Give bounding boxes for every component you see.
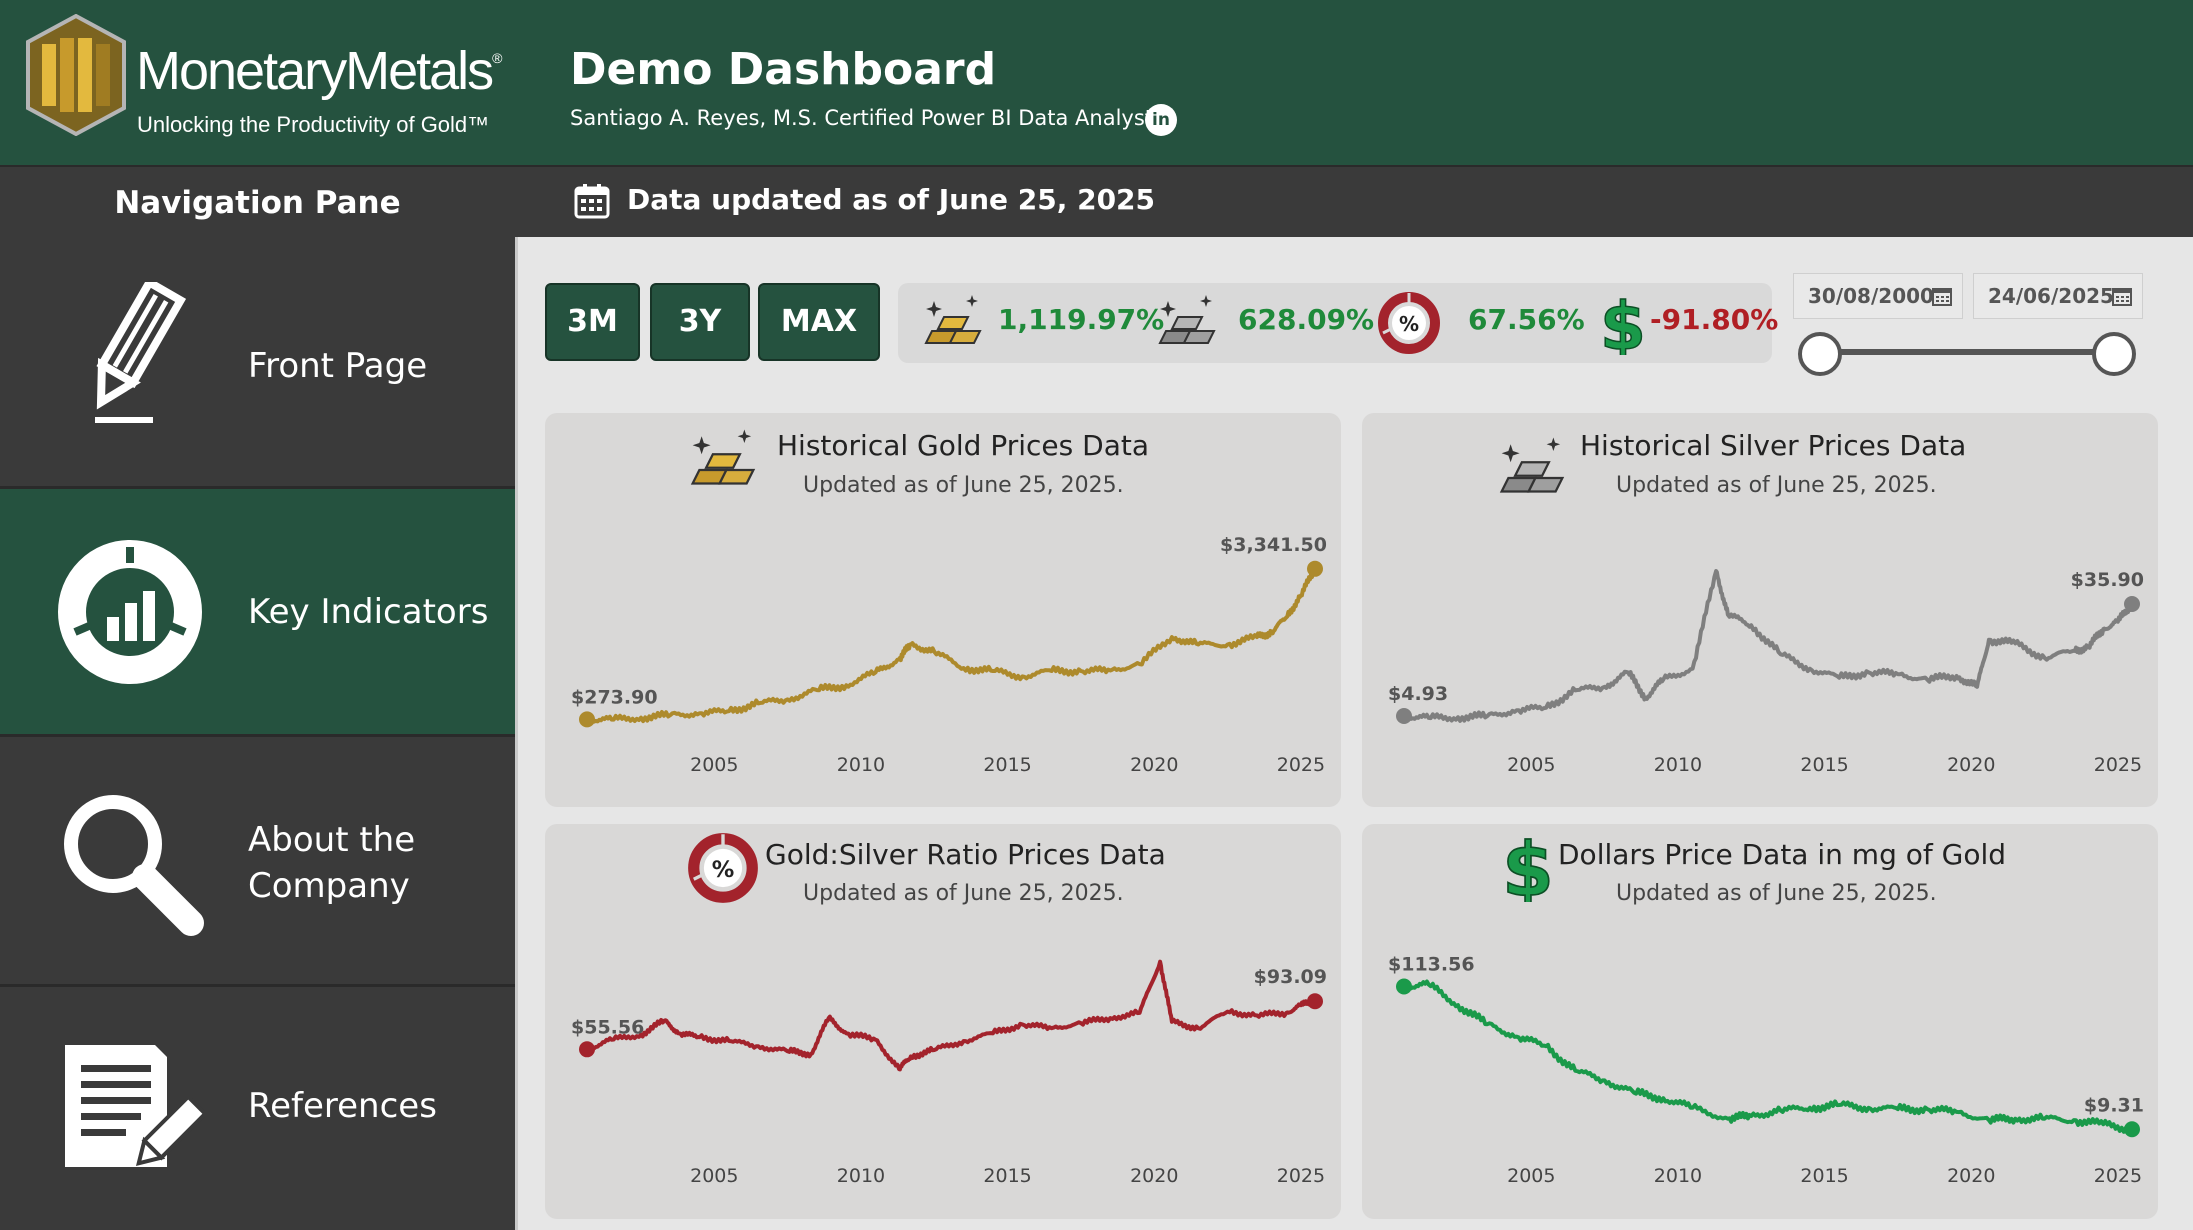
dollar-chart-card: $ Dollars Price Data in mg of Gold Updat… bbox=[1362, 824, 2158, 1219]
sidebar-item-about[interactable]: About the Company bbox=[0, 737, 515, 987]
x-tick-label: 2025 bbox=[1277, 1165, 1325, 1187]
x-tick-label: 2010 bbox=[837, 754, 885, 776]
x-tick-label: 2020 bbox=[1947, 1165, 1995, 1187]
end-date-input[interactable]: 24/06/2025 bbox=[1973, 273, 2143, 319]
sidebar-item-label: Key Indicators bbox=[248, 592, 489, 632]
x-tick-label: 2025 bbox=[1277, 754, 1325, 776]
start-date-input[interactable]: 30/08/2000 bbox=[1793, 273, 1963, 319]
gold-chart-card: Historical Gold Prices Data Updated as o… bbox=[545, 413, 1341, 807]
silver-chart-card: Historical Silver Prices Data Updated as… bbox=[1362, 413, 2158, 807]
top-bar: Navigation Pane Data updated as of June … bbox=[0, 165, 2193, 237]
line-chart: $55.56 $93.09 2005 2010 2015 2020 2025 bbox=[571, 959, 1327, 1187]
x-tick-label: 2025 bbox=[2094, 1165, 2142, 1187]
series-line bbox=[1403, 569, 2134, 723]
x-tick-label: 2005 bbox=[690, 754, 738, 776]
end-value-label: $35.90 bbox=[2071, 569, 2144, 591]
monetary-metals-logo-icon bbox=[26, 14, 126, 136]
silver-bars-icon bbox=[1158, 295, 1216, 344]
donut-chart-icon bbox=[58, 540, 202, 684]
x-tick-label: 2020 bbox=[1130, 1165, 1178, 1187]
series-line bbox=[1403, 979, 2134, 1134]
x-tick-label: 2020 bbox=[1130, 754, 1178, 776]
x-tick-label: 2010 bbox=[1654, 1165, 1702, 1187]
gold-bars-icon bbox=[924, 295, 982, 344]
end-value-label: $3,341.50 bbox=[1220, 534, 1327, 556]
logo-wordmark: MonetaryMetals® bbox=[136, 40, 503, 102]
start-value-label: $273.90 bbox=[571, 686, 658, 708]
percent-ratio-icon: % bbox=[1378, 292, 1440, 354]
sidebar-item-label: About the Company bbox=[248, 820, 416, 906]
x-tick-label: 2015 bbox=[1800, 1165, 1848, 1187]
document-edit-icon bbox=[65, 1045, 205, 1167]
x-tick-label: 2025 bbox=[2094, 754, 2142, 776]
range-3m-button[interactable]: 3M bbox=[545, 283, 640, 361]
x-tick-label: 2005 bbox=[690, 1165, 738, 1187]
kpi-silver-value: 628.09% bbox=[1238, 303, 1375, 336]
range-max-button[interactable]: MAX bbox=[758, 283, 880, 361]
pencil-icon bbox=[95, 282, 187, 423]
logo-registered-mark: ® bbox=[492, 50, 502, 66]
line-chart: $113.56 $9.31 2005 2010 2015 2020 2025 bbox=[1388, 954, 2144, 1187]
end-point bbox=[2124, 596, 2140, 612]
x-tick-label: 2015 bbox=[983, 1165, 1031, 1187]
date-range-slider-track[interactable] bbox=[1821, 349, 2123, 355]
magnifier-icon bbox=[64, 795, 204, 936]
x-tick-label: 2020 bbox=[1947, 754, 1995, 776]
x-tick-label: 2015 bbox=[1800, 754, 1848, 776]
start-point bbox=[1396, 708, 1412, 725]
kpi-dollar-value: -91.80% bbox=[1650, 303, 1779, 336]
data-updated-text: Data updated as of June 25, 2025 bbox=[627, 183, 1156, 216]
end-date-value: 24/06/2025 bbox=[1988, 284, 2114, 308]
end-value-label: $9.31 bbox=[2084, 1094, 2144, 1116]
x-tick-label: 2005 bbox=[1507, 754, 1555, 776]
start-value-label: $4.93 bbox=[1388, 683, 1448, 705]
start-value-label: $55.56 bbox=[571, 1016, 644, 1038]
x-tick-label: 2010 bbox=[1654, 754, 1702, 776]
series-line bbox=[586, 568, 1317, 724]
calendar-icon bbox=[574, 184, 610, 219]
page-title: Demo Dashboard bbox=[570, 44, 997, 95]
main-content: 3M 3Y MAX 1,119.97% 628.09% % 67.56% $ -… bbox=[515, 237, 2193, 1230]
linkedin-icon[interactable]: in bbox=[1145, 104, 1177, 136]
slider-start-handle[interactable] bbox=[1798, 332, 1842, 376]
x-tick-label: 2005 bbox=[1507, 1165, 1555, 1187]
sidebar: Front Page Key Indicators About the Comp… bbox=[0, 237, 515, 1230]
end-point bbox=[2124, 1121, 2140, 1138]
sidebar-item-label: References bbox=[248, 1086, 437, 1126]
line-chart: $273.90 $3,341.50 2005 2010 2015 2020 2025 bbox=[571, 534, 1327, 776]
kpi-strip: 1,119.97% 628.09% % 67.56% $ -91.80% bbox=[898, 283, 1778, 363]
end-point bbox=[1307, 560, 1323, 577]
end-point bbox=[1307, 993, 1323, 1010]
end-value-label: $93.09 bbox=[1254, 966, 1327, 988]
x-tick-label: 2015 bbox=[983, 754, 1031, 776]
navigation-pane-title: Navigation Pane bbox=[114, 185, 401, 221]
page-subtitle: Santiago A. Reyes, M.S. Certified Power … bbox=[570, 106, 1160, 130]
kpi-ratio-value: 67.56% bbox=[1468, 303, 1585, 336]
sidebar-item-key-indicators[interactable]: Key Indicators bbox=[0, 489, 515, 737]
line-chart: $4.93 $35.90 2005 2010 2015 2020 2025 bbox=[1388, 569, 2144, 776]
ratio-chart-card: % Gold:Silver Ratio Prices Data Updated … bbox=[545, 824, 1341, 1219]
x-tick-label: 2010 bbox=[837, 1165, 885, 1187]
dollar-icon: $ bbox=[1599, 291, 1646, 355]
calendar-icon[interactable] bbox=[2112, 286, 2132, 306]
logo-name-text: MonetaryMetals bbox=[136, 41, 494, 101]
sidebar-item-references[interactable]: References bbox=[0, 987, 515, 1230]
start-point bbox=[579, 1041, 595, 1058]
sidebar-item-front-page[interactable]: Front Page bbox=[0, 237, 515, 489]
start-point bbox=[1396, 978, 1412, 995]
calendar-icon[interactable] bbox=[1932, 286, 1952, 306]
range-3y-button[interactable]: 3Y bbox=[650, 283, 750, 361]
svg-text:%: % bbox=[1399, 312, 1419, 336]
sidebar-item-label: Front Page bbox=[248, 346, 428, 386]
slider-end-handle[interactable] bbox=[2092, 332, 2136, 376]
start-value-label: $113.56 bbox=[1388, 954, 1475, 976]
kpi-gold-value: 1,119.97% bbox=[998, 303, 1165, 336]
series-line bbox=[586, 959, 1317, 1072]
header: MonetaryMetals® Unlocking the Productivi… bbox=[0, 0, 2193, 165]
start-point bbox=[579, 711, 595, 728]
start-date-value: 30/08/2000 bbox=[1808, 284, 1934, 308]
svg-text:$: $ bbox=[1600, 291, 1646, 355]
logo-tagline: Unlocking the Productivity of Gold™ bbox=[137, 112, 490, 137]
